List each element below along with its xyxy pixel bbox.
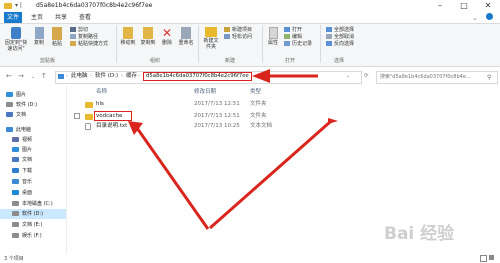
sidebar-item-downloads[interactable]: 下载 bbox=[12, 166, 32, 176]
sidebar-item-drive-f[interactable]: 娱乐 (F:) bbox=[12, 231, 42, 241]
sidebar-item-desktop[interactable]: 桌面 bbox=[12, 188, 32, 198]
documents-icon bbox=[12, 157, 19, 162]
arrow-line bbox=[209, 120, 331, 230]
sidebar-item-music[interactable]: 音乐 bbox=[12, 177, 32, 187]
arrow-line bbox=[135, 127, 210, 230]
column-header-date[interactable]: 修改日期 bbox=[194, 87, 216, 95]
pictures-icon bbox=[12, 147, 19, 152]
pictures-icon bbox=[6, 92, 13, 97]
details-view-icon[interactable] bbox=[480, 255, 487, 262]
drive-icon bbox=[6, 102, 13, 107]
arrow-to-path bbox=[252, 69, 270, 83]
sidebar-item-drive-e[interactable]: 文档 (E:) bbox=[12, 220, 42, 230]
sidebar-item-pictures[interactable]: 图片 bbox=[6, 90, 26, 100]
sidebar-item-videos[interactable]: 视频 bbox=[12, 135, 32, 145]
item-count: 3 个项目 bbox=[4, 256, 24, 262]
row-checkbox[interactable] bbox=[74, 113, 80, 119]
videos-icon bbox=[12, 137, 19, 142]
download-icon bbox=[12, 168, 19, 173]
sidebar-item-drive-c[interactable]: 本地磁盘 (C:) bbox=[12, 199, 53, 209]
drive-icon bbox=[12, 201, 19, 206]
computer-icon bbox=[6, 127, 13, 132]
documents-icon bbox=[6, 112, 13, 117]
drive-icon bbox=[12, 222, 19, 227]
sidebar-item-documents[interactable]: 文档 bbox=[6, 110, 26, 120]
sidebar-item-drive-d[interactable]: 软件 (D:) bbox=[6, 100, 37, 110]
tiles-view-icon[interactable] bbox=[489, 255, 494, 260]
folder-icon bbox=[85, 102, 93, 108]
status-bar: 3 个项目 bbox=[0, 254, 500, 263]
sidebar-item-documents-2[interactable]: 文档 bbox=[12, 155, 32, 165]
sidebar-item-this-pc[interactable]: 此电脑 bbox=[6, 125, 31, 135]
drive-icon bbox=[12, 233, 19, 238]
text-file-icon bbox=[85, 123, 91, 130]
vodcache-highlight bbox=[94, 111, 132, 121]
column-header-type[interactable]: 类型 bbox=[250, 87, 261, 95]
desktop-icon bbox=[12, 190, 19, 195]
column-header-name[interactable]: 名称 bbox=[96, 87, 107, 95]
sidebar-item-drive-d-selected[interactable]: 软件 (D:) bbox=[0, 209, 66, 219]
drive-icon bbox=[12, 211, 19, 216]
watermark: Bai 经验 bbox=[384, 224, 455, 244]
folder-icon bbox=[85, 114, 93, 120]
music-icon bbox=[12, 179, 19, 184]
sidebar-item-pictures-2[interactable]: 图片 bbox=[12, 145, 32, 155]
